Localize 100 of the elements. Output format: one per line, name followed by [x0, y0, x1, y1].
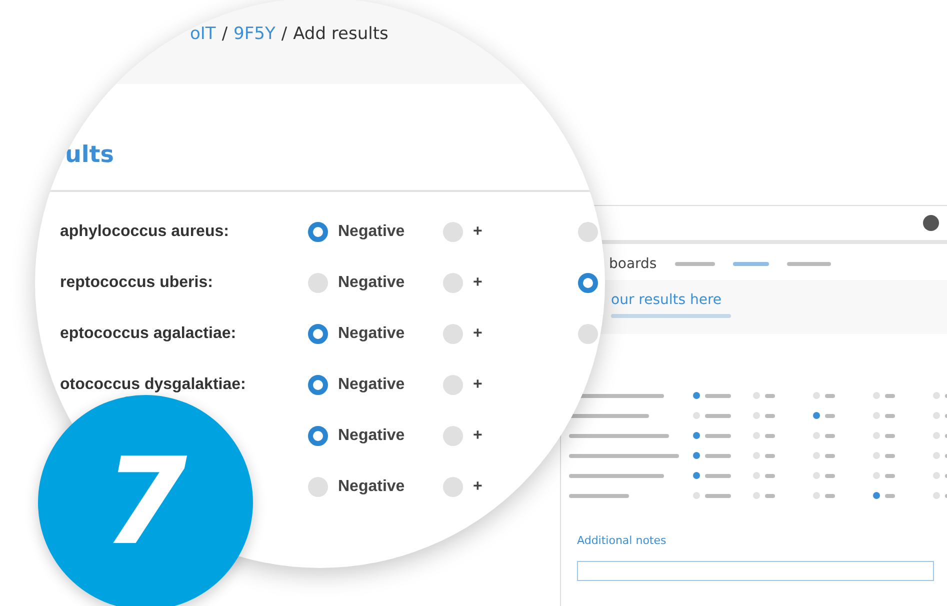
nav-item-placeholder: [732, 262, 769, 266]
radio-button[interactable]: [813, 412, 820, 419]
option-label-placeholder: [765, 494, 775, 498]
option-label-placeholder: [825, 474, 835, 478]
option-label: +: [473, 376, 482, 394]
radio-button[interactable]: [443, 272, 463, 292]
section-heading: Additional notes: [577, 534, 666, 547]
option-label-placeholder: [885, 414, 895, 418]
option-label-placeholder: [705, 454, 731, 458]
breadcrumb-link[interactable]: 9F5Y: [234, 24, 276, 44]
option-label-placeholder: [885, 454, 895, 458]
option-label: +: [473, 426, 482, 444]
radio-button[interactable]: [753, 492, 760, 499]
nav-item-placeholder: [786, 262, 831, 266]
bacteria-label: eptococcus agalactiae:: [60, 324, 236, 342]
radio-button[interactable]: [308, 426, 328, 446]
notes-field[interactable]: [577, 561, 934, 581]
logo-text: boards: [609, 256, 657, 272]
bacteria-label: reptococcus uberis:: [60, 274, 213, 292]
option-label: Negative: [338, 376, 405, 394]
radio-button[interactable]: [693, 452, 700, 459]
radio-button[interactable]: [443, 426, 463, 446]
section-heading: ults: [35, 84, 605, 192]
radio-button[interactable]: [308, 374, 328, 394]
radio-button[interactable]: [578, 222, 598, 242]
option-label-placeholder: [885, 434, 895, 438]
option-label-placeholder: [825, 434, 835, 438]
radio-button[interactable]: [693, 432, 700, 439]
row-label-placeholder: [569, 494, 629, 498]
radio-button[interactable]: [753, 392, 760, 399]
radio-button[interactable]: [813, 392, 820, 399]
radio-button[interactable]: [873, 432, 880, 439]
radio-button[interactable]: [873, 392, 880, 399]
breadcrumb-current: Add results: [293, 24, 388, 44]
option-label: +: [473, 478, 482, 496]
bacteria-label: aphylococcus aureus:: [60, 222, 229, 240]
radio-button[interactable]: [753, 432, 760, 439]
radio-button[interactable]: [873, 472, 880, 479]
nav-item-placeholder: [674, 262, 715, 266]
option-label: Negative: [338, 324, 405, 342]
option-label-placeholder: [825, 414, 835, 418]
radio-button[interactable]: [933, 412, 940, 419]
radio-button[interactable]: [933, 452, 940, 459]
radio-button[interactable]: [873, 452, 880, 459]
option-label-placeholder: [825, 494, 835, 498]
radio-button[interactable]: [933, 472, 940, 479]
option-label: +: [473, 222, 482, 240]
option-label: Negative: [338, 274, 405, 292]
option-label-placeholder: [885, 394, 895, 398]
avatar-icon: [923, 215, 939, 231]
radio-button[interactable]: [578, 272, 598, 292]
step-number-badge: 7: [38, 395, 253, 606]
radio-button[interactable]: [578, 324, 598, 344]
radio-button[interactable]: [693, 392, 700, 399]
radio-button[interactable]: [813, 452, 820, 459]
radio-button[interactable]: [308, 476, 328, 496]
breadcrumb-separator: /: [281, 24, 288, 44]
page-title: our results here: [611, 292, 723, 308]
option-label-placeholder: [885, 474, 895, 478]
radio-button[interactable]: [308, 222, 328, 242]
radio-button[interactable]: [753, 472, 760, 479]
option-label-placeholder: [705, 474, 731, 478]
option-label-placeholder: [765, 394, 775, 398]
radio-button[interactable]: [443, 222, 463, 242]
radio-button[interactable]: [813, 472, 820, 479]
option-label-placeholder: [705, 394, 731, 398]
radio-button[interactable]: [308, 272, 328, 292]
radio-button[interactable]: [443, 324, 463, 344]
option-label: Negative: [338, 426, 405, 444]
option-label-placeholder: [765, 474, 775, 478]
radio-button[interactable]: [693, 412, 700, 419]
bacteria-label: otococcus dysgalaktiae:: [60, 376, 246, 394]
option-label-placeholder: [705, 494, 731, 498]
radio-button[interactable]: [753, 412, 760, 419]
option-label-placeholder: [765, 414, 775, 418]
radio-button[interactable]: [443, 476, 463, 496]
option-label-placeholder: [705, 434, 731, 438]
breadcrumb-link[interactable]: oIT: [190, 24, 216, 44]
option-label-placeholder: [885, 494, 895, 498]
radio-button[interactable]: [873, 492, 880, 499]
option-label: Negative: [338, 478, 405, 496]
breadcrumb-separator: /: [222, 24, 228, 44]
option-label-placeholder: [765, 454, 775, 458]
option-label-placeholder: [765, 434, 775, 438]
radio-button[interactable]: [693, 472, 700, 479]
radio-button[interactable]: [308, 324, 328, 344]
radio-button[interactable]: [933, 432, 940, 439]
option-label-placeholder: [825, 394, 835, 398]
radio-button[interactable]: [933, 492, 940, 499]
radio-button[interactable]: [813, 492, 820, 499]
radio-button[interactable]: [933, 392, 940, 399]
option-label-placeholder: [825, 454, 835, 458]
option-label: Negative: [338, 222, 405, 240]
radio-button[interactable]: [753, 452, 760, 459]
option-label: +: [473, 324, 482, 342]
radio-button[interactable]: [873, 412, 880, 419]
radio-button[interactable]: [693, 492, 700, 499]
radio-button[interactable]: [813, 432, 820, 439]
radio-button[interactable]: [443, 374, 463, 394]
option-label: +: [473, 274, 482, 292]
